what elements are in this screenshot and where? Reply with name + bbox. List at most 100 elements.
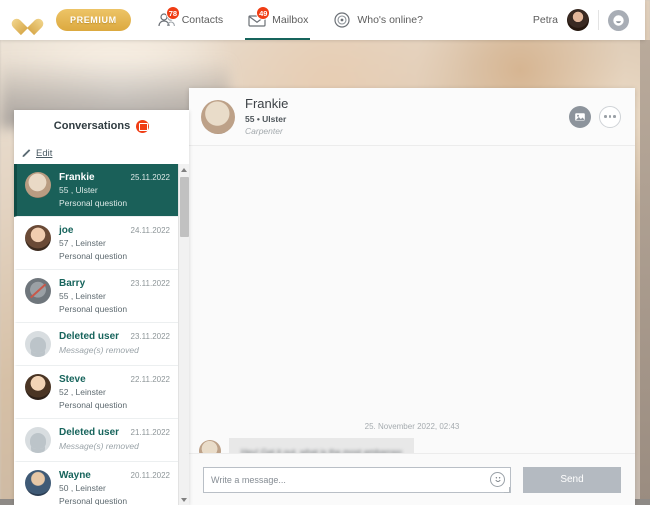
- message-sender-avatar: [199, 440, 221, 453]
- conversation-name: joe: [59, 225, 74, 236]
- conversation-date: 23.11.2022: [130, 332, 170, 341]
- conversation-avatar: [25, 470, 51, 496]
- user-name: Petra: [532, 14, 558, 26]
- conversation-top-row: joe 24.11.2022: [59, 225, 170, 236]
- conversation-date: 23.11.2022: [130, 279, 170, 288]
- scroll-up-arrow-icon[interactable]: [179, 164, 189, 175]
- conversation-meta: 55 , Leinster: [59, 291, 106, 301]
- chat-partner-meta: 55 • Ulster: [245, 113, 287, 124]
- conversation-item[interactable]: joe 24.11.2022 57 , Leinster Personal quest…: [14, 217, 178, 270]
- conversation-date: 20.11.2022: [130, 471, 170, 480]
- heart-icon[interactable]: [18, 11, 38, 29]
- mailbox-badge: 49: [256, 6, 271, 20]
- message-bubble: Hey! Get it out, what is the most embarr…: [229, 438, 414, 453]
- edit-row[interactable]: Edit: [14, 142, 189, 164]
- conversation-meta: 52 , Leinster: [59, 387, 106, 397]
- conversation-body: Deleted user 23.11.2022 Message(s) removed: [59, 331, 170, 357]
- message-input-wrapper: [203, 466, 511, 493]
- chat-partner-identity: Frankie 55 • Ulster Carpenter: [245, 95, 288, 137]
- conversation-preview: Personal question: [59, 400, 128, 410]
- conversation-item[interactable]: Frankie 25.11.2022 55 , Ulster Personal que…: [14, 164, 178, 217]
- more-dots-icon[interactable]: [599, 105, 621, 128]
- conversation-preview: Personal question: [59, 496, 128, 505]
- conversation-preview: Personal question: [59, 198, 128, 208]
- conversation-date: 25.11.2022: [130, 173, 170, 182]
- nav-label-contacts: Contacts: [181, 14, 224, 26]
- nav-label-mailbox: Mailbox: [272, 14, 309, 26]
- conversation-top-row: Barry 23.11.2022: [59, 278, 170, 289]
- conversation-avatar: [25, 172, 51, 198]
- divider: [598, 10, 599, 30]
- sidebar-title-label: Conversations: [53, 120, 131, 132]
- contacts-icon: 78: [157, 6, 181, 29]
- conversations-list: Frankie 25.11.2022 55 , Ulster Personal que…: [14, 164, 178, 505]
- conversation-preview: Message(s) removed: [59, 441, 139, 451]
- edit-label[interactable]: Edit: [36, 148, 52, 159]
- conversation-date: 22.11.2022: [130, 375, 170, 384]
- conversation-body: Wayne 20.11.2022 50 , Leinster Personal que…: [59, 470, 170, 505]
- chat-panel: Frankie 55 • Ulster Carpenter 25. Novemb…: [189, 88, 635, 505]
- conversation-name: Frankie: [59, 172, 95, 183]
- nav-item-mailbox[interactable]: 49 Mailbox: [245, 0, 311, 40]
- unread-badge-icon: [136, 119, 150, 133]
- message-input[interactable]: [203, 466, 511, 493]
- nav-item-whos-online[interactable]: Who's online?: [330, 0, 425, 40]
- conversation-item[interactable]: Barry 23.11.2022 55 , Leinster Personal que…: [14, 270, 178, 323]
- chat-partner-avatar[interactable]: [201, 99, 235, 134]
- conversation-avatar: [25, 225, 51, 251]
- background-right-edge: [640, 40, 650, 505]
- sidebar-scrollbar[interactable]: [178, 164, 189, 505]
- conversation-item[interactable]: Deleted user 21.11.2022 Message(s) removed: [14, 419, 178, 462]
- conversation-avatar: [25, 427, 51, 453]
- emoji-icon[interactable]: [490, 471, 505, 487]
- scrollbar-thumb[interactable]: [180, 177, 189, 237]
- top-navigation-bar: PREMIUM 78 Contacts 49 Mailbox Who's onl…: [0, 0, 645, 40]
- conversation-top-row: Deleted user 23.11.2022: [59, 331, 170, 342]
- conversation-body: Frankie 25.11.2022 55 , Ulster Personal que…: [59, 172, 170, 208]
- conversation-body: joe 24.11.2022 57 , Leinster Personal quest…: [59, 225, 170, 261]
- conversation-name: Deleted user: [59, 427, 120, 438]
- chat-actions: [569, 105, 621, 128]
- conversation-item[interactable]: Wayne 20.11.2022 50 , Leinster Personal que…: [14, 462, 178, 505]
- scroll-down-arrow-icon[interactable]: [179, 494, 189, 505]
- message-timestamp: 25. November 2022, 02:43: [364, 422, 460, 431]
- conversations-scroll-area: Frankie 25.11.2022 55 , Ulster Personal que…: [14, 164, 189, 505]
- conversation-avatar: [25, 278, 51, 304]
- photo-icon[interactable]: [569, 105, 591, 128]
- conversations-sidebar: Conversations Edit Frankie 25.11.2022 55 ,…: [14, 110, 189, 505]
- conversation-name: Steve: [59, 374, 86, 385]
- main-nav: 78 Contacts 49 Mailbox Who's online?: [155, 0, 425, 40]
- avatar[interactable]: [567, 9, 589, 31]
- message-text-blurred: Hey! Get it out, what is the most embarr…: [241, 447, 402, 453]
- conversation-avatar: [25, 331, 51, 357]
- chat-partner-job: Carpenter: [245, 126, 283, 137]
- conversation-meta: 50 , Leinster: [59, 483, 106, 493]
- chat-message-area: 25. November 2022, 02:43 Hey! Get it out…: [189, 146, 635, 453]
- conversation-preview: Personal question: [59, 304, 128, 314]
- nav-item-contacts[interactable]: 78 Contacts: [155, 0, 225, 40]
- send-button[interactable]: Send: [523, 466, 621, 493]
- chat-header: Frankie 55 • Ulster Carpenter: [189, 88, 635, 146]
- conversation-top-row: Wayne 20.11.2022: [59, 470, 170, 481]
- textarea-resize-grip[interactable]: [504, 486, 510, 493]
- conversation-preview: Personal question: [59, 251, 128, 261]
- conversation-body: Steve 22.11.2022 52 , Leinster Personal que…: [59, 374, 170, 410]
- conversation-body: Deleted user 21.11.2022 Message(s) removed: [59, 427, 170, 453]
- topbar-user-area: Petra: [533, 9, 633, 31]
- conversation-date: 21.11.2022: [130, 428, 170, 437]
- conversation-preview: Message(s) removed: [59, 345, 139, 355]
- nav-label-whos-online: Who's online?: [357, 14, 423, 26]
- chat-partner-name: Frankie: [245, 96, 289, 112]
- conversation-date: 24.11.2022: [130, 226, 170, 235]
- sidebar-title: Conversations: [14, 110, 189, 142]
- online-radar-icon: [332, 11, 352, 29]
- conversation-avatar: [25, 374, 51, 400]
- conversation-meta: 57 , Leinster: [59, 238, 106, 248]
- conversation-top-row: Frankie 25.11.2022: [59, 172, 170, 183]
- premium-button[interactable]: PREMIUM: [56, 9, 131, 31]
- pencil-icon: [22, 149, 31, 157]
- conversation-item[interactable]: Steve 22.11.2022 52 , Leinster Personal que…: [14, 366, 178, 419]
- conversation-name: Barry: [59, 278, 86, 289]
- conversation-item[interactable]: Deleted user 23.11.2022 Message(s) removed: [14, 323, 178, 366]
- smiley-circle-icon[interactable]: [608, 9, 629, 31]
